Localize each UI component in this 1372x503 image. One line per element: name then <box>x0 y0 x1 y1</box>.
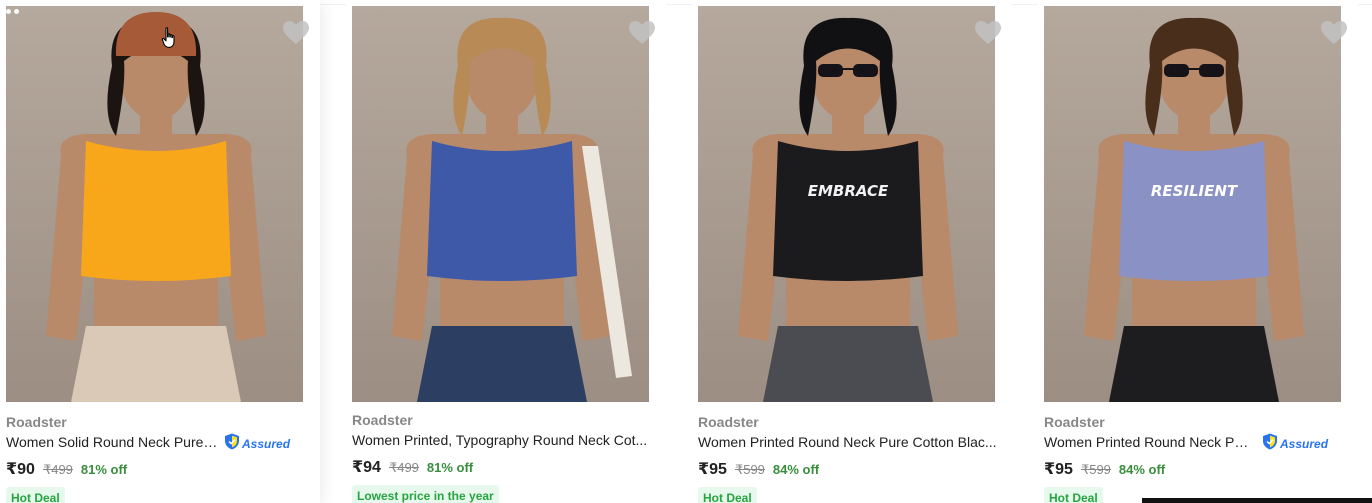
original-price: ₹499 <box>42 462 73 477</box>
product-image[interactable] <box>6 6 303 402</box>
deal-tag: Hot Deal <box>6 487 65 503</box>
product-brand: Roadster <box>698 414 759 430</box>
deal-tag: Hot Deal <box>698 487 757 503</box>
image-carousel-dots <box>6 9 19 14</box>
product-card[interactable]: Roadster Women Printed, Typography Round… <box>346 0 666 503</box>
selling-price: ₹95 <box>698 461 727 478</box>
product-image[interactable]: EMBRACE <box>698 6 995 402</box>
product-title[interactable]: Women Printed Round Neck Pure Cotton Bla… <box>698 434 998 450</box>
selling-price: ₹95 <box>1044 461 1073 478</box>
assured-label: Assured <box>242 437 291 451</box>
price-row: ₹95 ₹599 84% off <box>698 459 819 479</box>
assured-badge: Assured <box>1262 433 1328 455</box>
deal-tag: Lowest price in the year <box>352 485 499 503</box>
product-title[interactable]: Women Solid Round Neck Pure ... <box>6 434 218 450</box>
svg-text:EMBRACE: EMBRACE <box>808 182 889 200</box>
product-card[interactable]: EMBRACE Roadster Women Printed Round Nec… <box>692 0 1012 503</box>
product-card[interactable]: RESILIENT Roadster Women Printed Round N… <box>1038 0 1358 503</box>
price-row: ₹95 ₹599 84% off <box>1044 459 1165 479</box>
product-brand: Roadster <box>352 412 413 428</box>
shield-icon <box>224 433 240 455</box>
deal-tag: Hot Deal <box>1044 487 1103 503</box>
product-card[interactable]: Roadster Women Solid Round Neck Pure ...… <box>0 0 320 503</box>
discount-percent: 81% off <box>80 462 128 477</box>
product-title[interactable]: Women Printed Round Neck Pur... <box>1044 434 1256 450</box>
bottom-edge-bar <box>1142 498 1372 503</box>
assured-label: Assured <box>1280 437 1329 451</box>
selling-price: ₹90 <box>6 461 35 478</box>
product-title[interactable]: Women Printed, Typography Round Neck Cot… <box>352 432 652 448</box>
price-row: ₹94 ₹499 81% off <box>352 457 473 477</box>
selling-price: ₹94 <box>352 459 381 476</box>
product-brand: Roadster <box>1044 414 1105 430</box>
shield-icon <box>1262 433 1278 455</box>
svg-text:RESILIENT: RESILIENT <box>1151 182 1239 200</box>
price-row: ₹90 ₹499 81% off <box>6 459 127 479</box>
original-price: ₹499 <box>388 460 419 475</box>
product-image[interactable] <box>352 6 649 402</box>
product-brand: Roadster <box>6 414 67 430</box>
original-price: ₹599 <box>1080 462 1111 477</box>
discount-percent: 84% off <box>772 462 820 477</box>
discount-percent: 81% off <box>426 460 474 475</box>
original-price: ₹599 <box>734 462 765 477</box>
discount-percent: 84% off <box>1118 462 1166 477</box>
product-image[interactable]: RESILIENT <box>1044 6 1341 402</box>
wishlist-heart-icon[interactable] <box>282 20 310 46</box>
wishlist-heart-icon[interactable] <box>628 20 656 46</box>
assured-badge: Assured <box>224 433 290 455</box>
wishlist-heart-icon[interactable] <box>974 20 1002 46</box>
wishlist-heart-icon[interactable] <box>1320 20 1348 46</box>
